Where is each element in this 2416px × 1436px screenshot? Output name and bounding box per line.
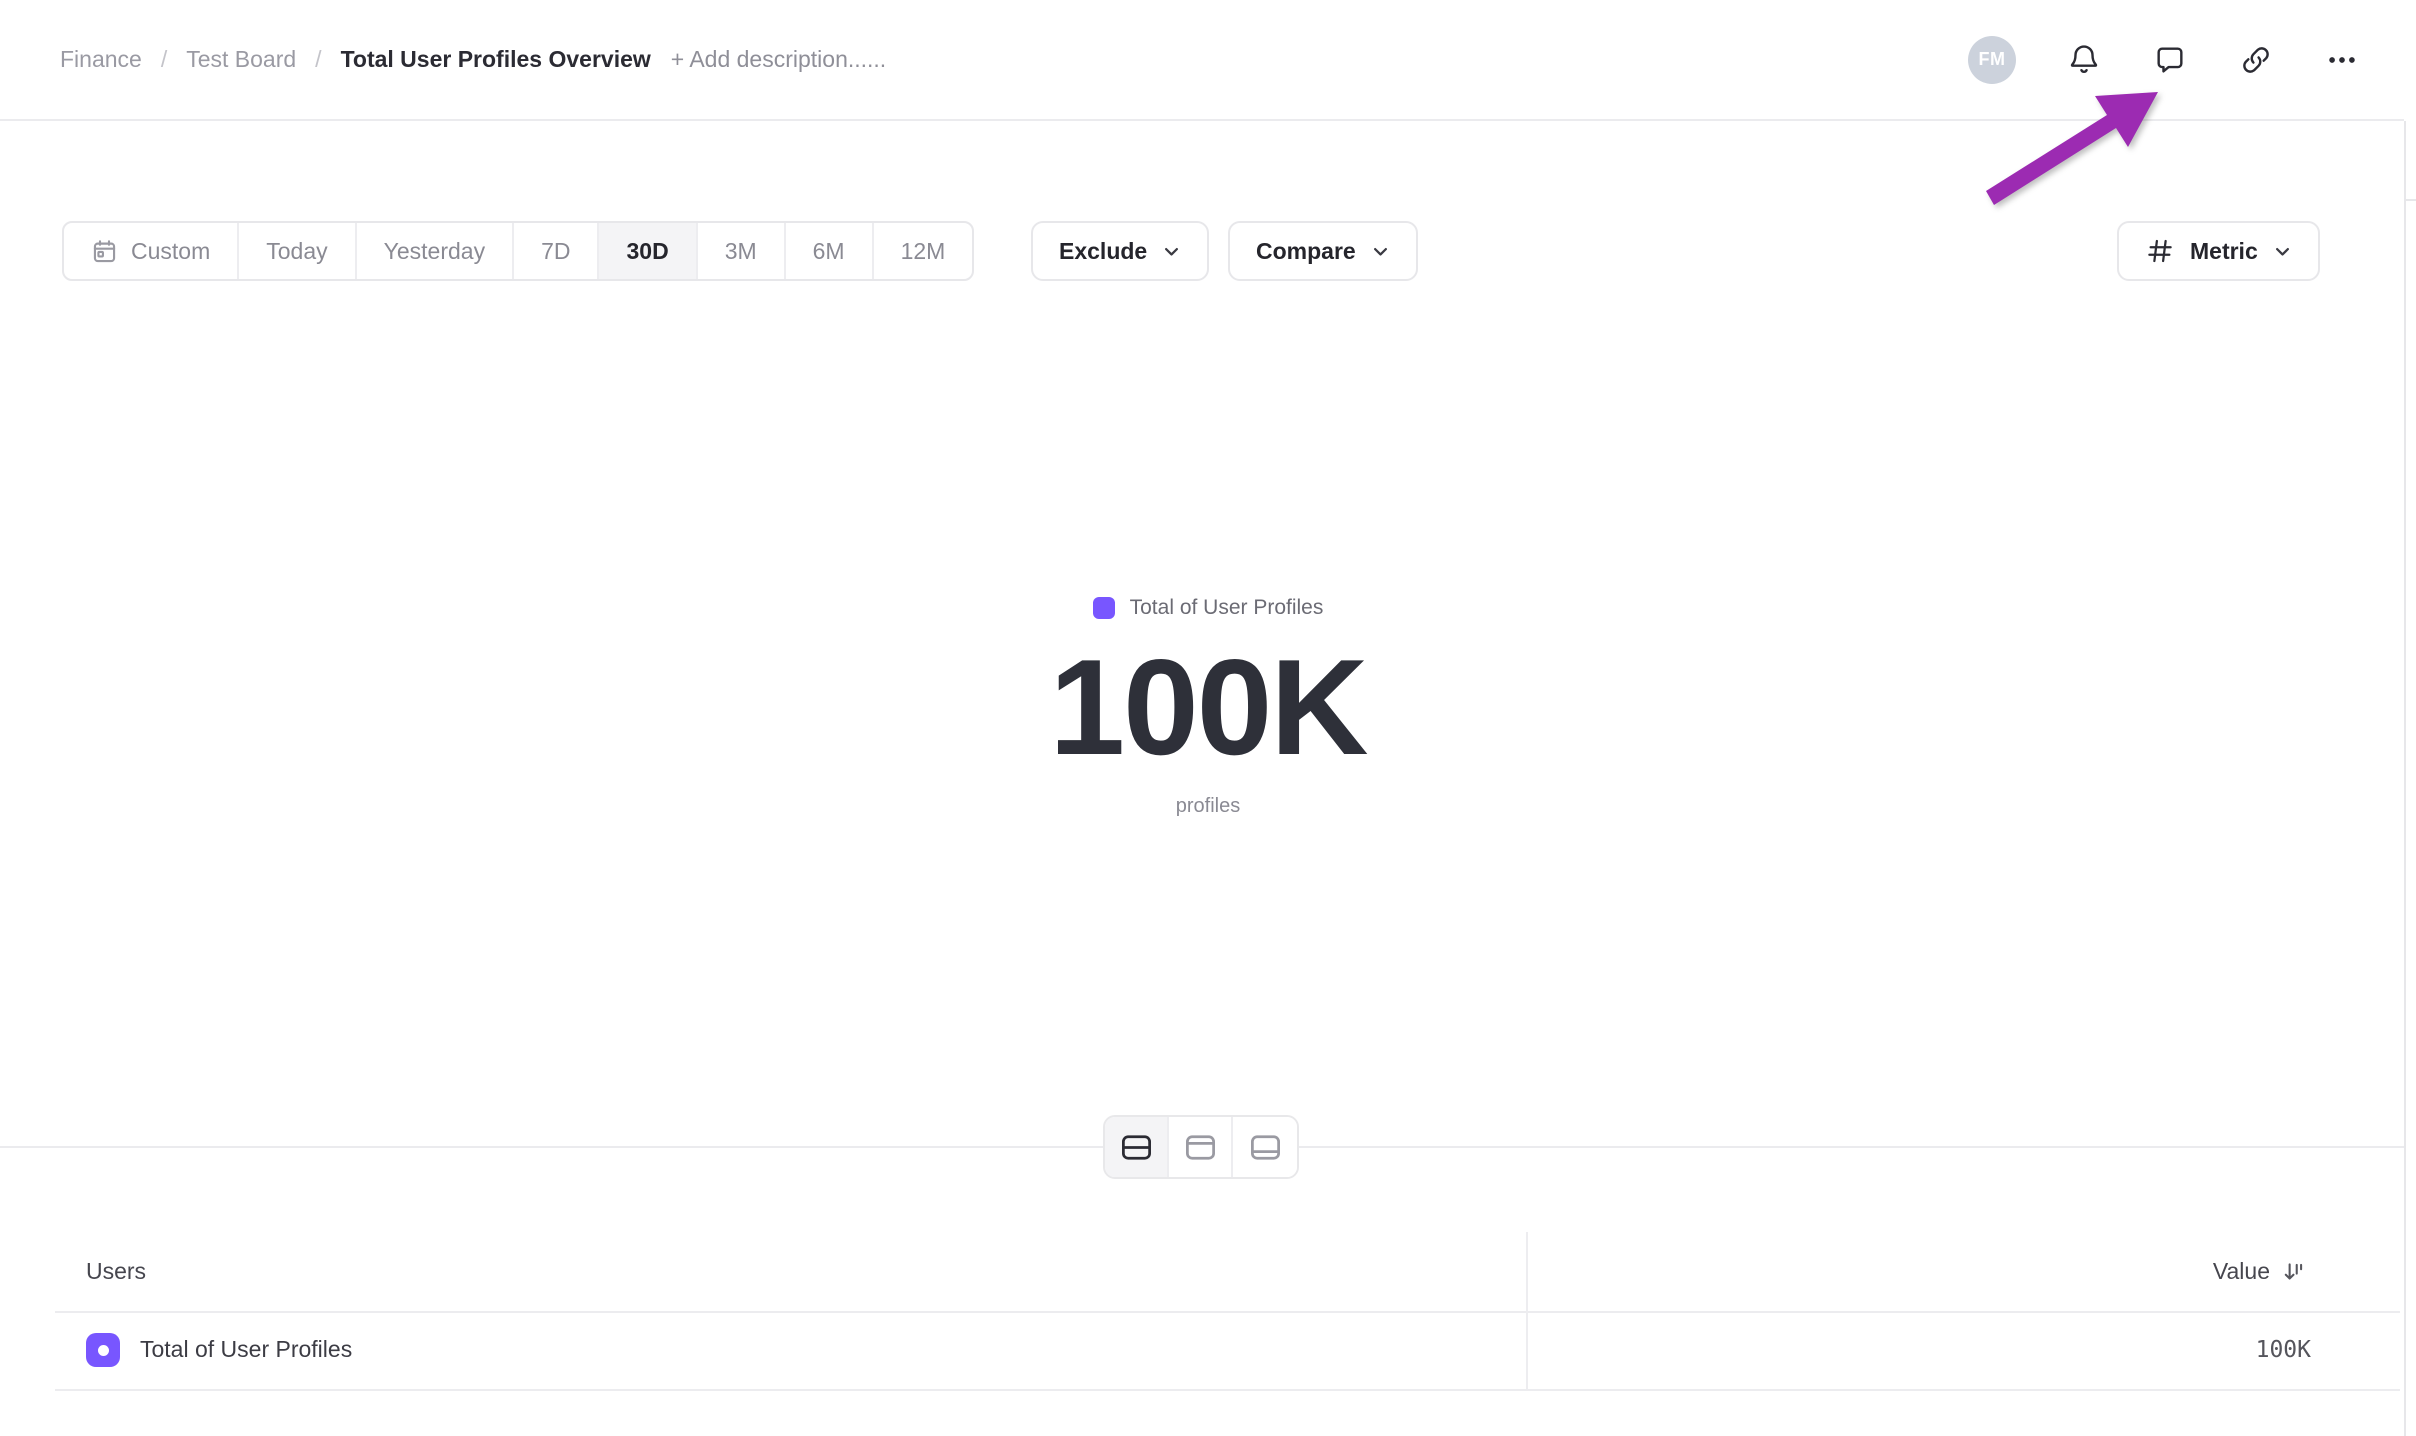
breadcrumb: Finance / Test Board / Total User Profil… [60, 46, 651, 73]
series-dot [98, 1345, 109, 1356]
compare-label: Compare [1256, 238, 1356, 265]
breadcrumb-separator: / [315, 46, 321, 73]
chevron-down-icon [1371, 242, 1390, 261]
table-only-view-icon [1250, 1134, 1281, 1161]
metric-dropdown[interactable]: Metric [2117, 221, 2320, 281]
header-bar: Finance / Test Board / Total User Profil… [0, 0, 2404, 121]
date-range-today[interactable]: Today [239, 223, 356, 279]
table-row-divider [55, 1389, 2400, 1391]
comment-icon[interactable] [2152, 42, 2188, 78]
hash-icon [2145, 236, 2175, 266]
bell-icon[interactable] [2066, 42, 2102, 78]
exclude-label: Exclude [1059, 238, 1147, 265]
chart-legend: Total of User Profiles [0, 596, 2416, 620]
avatar[interactable]: FM [1968, 36, 2016, 84]
kpi-unit: profiles [0, 795, 2416, 818]
date-range-label: Custom [131, 238, 210, 265]
chevron-down-icon [2273, 242, 2292, 261]
breadcrumb-separator: / [161, 46, 167, 73]
sort-descending-icon [2282, 1260, 2306, 1284]
right-panel-border [2404, 121, 2406, 1436]
link-icon[interactable] [2238, 42, 2274, 78]
right-panel-tick [2404, 199, 2416, 201]
compare-dropdown[interactable]: Compare [1228, 221, 1418, 281]
chart-only-view-icon [1185, 1134, 1216, 1161]
table-row-value: 100K [2256, 1337, 2311, 1363]
breadcrumb-project[interactable]: Finance [60, 46, 142, 73]
legend-label: Total of User Profiles [1130, 596, 1324, 620]
table-column-divider [1526, 1232, 1528, 1389]
table-row-label[interactable]: Total of User Profiles [140, 1336, 352, 1363]
add-description-button[interactable]: + Add description...... [671, 46, 886, 73]
date-range-control: Custom Today Yesterday 7D 30D 3M 6M 12M [62, 221, 974, 281]
ellipsis-icon[interactable] [2324, 42, 2360, 78]
column-header-users[interactable]: Users [86, 1258, 146, 1285]
date-range-yesterday[interactable]: Yesterday [357, 223, 514, 279]
page-title: Total User Profiles Overview [341, 46, 651, 73]
chevron-down-icon [1162, 242, 1181, 261]
header-actions: FM [1968, 36, 2360, 84]
query-toolbar: Custom Today Yesterday 7D 30D 3M 6M 12M … [0, 221, 2416, 281]
split-view-icon [1121, 1134, 1152, 1161]
table-only-view-button[interactable] [1233, 1117, 1297, 1177]
date-range-7d[interactable]: 7D [514, 223, 599, 279]
date-range-custom[interactable]: Custom [64, 223, 239, 279]
calendar-icon [91, 238, 118, 265]
kpi-value: 100K [0, 645, 2416, 770]
metric-label: Metric [2190, 238, 2258, 265]
series-icon [86, 1333, 120, 1367]
breadcrumb-board[interactable]: Test Board [186, 46, 296, 73]
date-range-30d[interactable]: 30D [599, 223, 697, 279]
view-toggle-control [1103, 1115, 1299, 1179]
legend-swatch [1093, 597, 1115, 619]
column-header-value-label: Value [2213, 1258, 2270, 1285]
date-range-6m[interactable]: 6M [786, 223, 874, 279]
date-range-12m[interactable]: 12M [874, 223, 973, 279]
table-header-divider [55, 1311, 2400, 1313]
column-header-value[interactable]: Value [2213, 1258, 2306, 1285]
chart-only-view-button[interactable] [1169, 1117, 1233, 1177]
split-view-button[interactable] [1105, 1117, 1169, 1177]
exclude-dropdown[interactable]: Exclude [1031, 221, 1209, 281]
board-page: Finance / Test Board / Total User Profil… [0, 0, 2416, 1436]
date-range-3m[interactable]: 3M [698, 223, 786, 279]
